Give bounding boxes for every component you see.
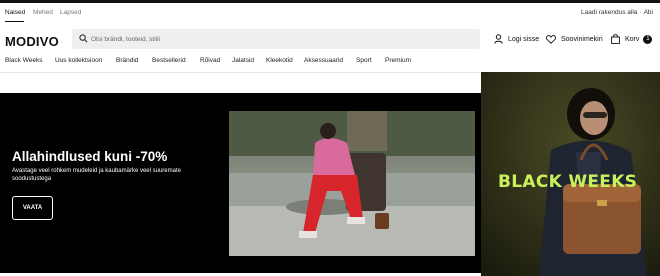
download-app-link[interactable]: Laadi rakendus alla: [581, 9, 637, 16]
cart-label: Korv: [625, 35, 640, 43]
active-tab-underline: [5, 21, 24, 22]
nav-item-premium[interactable]: Premium: [385, 57, 411, 64]
help-link[interactable]: Abi: [644, 9, 653, 16]
user-icon: [494, 34, 503, 44]
hero-photo-graphic: [229, 111, 475, 256]
nav-item-uus-kollektsioon[interactable]: Uus kollektsioon: [55, 57, 102, 64]
nav-item-aksessuaarid[interactable]: Aksessuaarid: [304, 57, 343, 64]
login-label: Logi sisse: [508, 35, 540, 43]
hero-title: Allahindlused kuni -70%: [12, 149, 168, 164]
search-input[interactable]: [91, 32, 471, 46]
app-links: Laadi rakendus alla · Abi: [581, 9, 653, 16]
nav-item-brandid[interactable]: Brändid: [116, 57, 138, 64]
tab-mehed[interactable]: Mehed: [33, 9, 53, 16]
wishlist-label: Soovinimekiri: [561, 35, 603, 43]
login-button[interactable]: Logi sisse: [494, 33, 539, 45]
logo[interactable]: MODIVO: [5, 34, 59, 49]
search-icon: [79, 34, 88, 43]
nav-item-roivad[interactable]: Rõivad: [200, 57, 220, 64]
nav-item-jalatsid[interactable]: Jalatsid: [232, 57, 254, 64]
nav-item-black-weeks[interactable]: Black Weeks: [5, 57, 42, 64]
gender-bar: Naised Mehed Lapsed Laadi rakendus alla ·…: [0, 3, 660, 23]
hero-cta-button[interactable]: VAATA: [12, 196, 53, 220]
tab-naised[interactable]: Naised: [5, 9, 25, 16]
cart-count-badge: 1: [643, 34, 653, 44]
nav-item-sport[interactable]: Sport: [356, 57, 372, 64]
black-weeks-text: BLACK WEEKS: [498, 172, 638, 192]
search-bar[interactable]: [72, 29, 480, 49]
heart-icon: [546, 34, 556, 44]
header: MODIVO Logi sisse Soovinimekiri Korv 1: [0, 23, 660, 55]
wishlist-button[interactable]: Soovinimekiri: [546, 33, 603, 45]
category-nav: Black Weeks Uus kollektsioon Brändid Bes…: [0, 55, 660, 69]
hero-subtitle: Avastage veel rohkem mudeleid ja kaubamä…: [12, 168, 181, 182]
nav-item-kleekotid[interactable]: Kleekotid: [266, 57, 293, 64]
link-separator: ·: [639, 9, 642, 16]
tab-lapsed[interactable]: Lapsed: [60, 9, 81, 16]
cart-button[interactable]: Korv 1: [611, 33, 653, 45]
bag-icon: [611, 34, 620, 44]
hero-photo-model[interactable]: [229, 111, 475, 256]
nav-item-bestsellerid[interactable]: Bestsellerid: [152, 57, 186, 64]
